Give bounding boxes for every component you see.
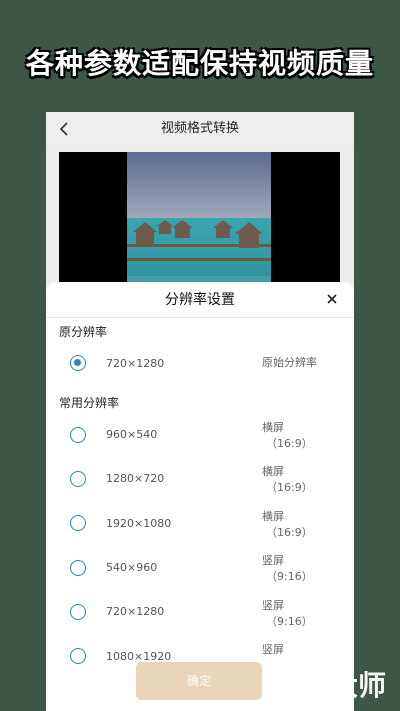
resolution-value: 1280×720 (106, 472, 165, 485)
common-resolution-heading: 常用分辨率 (59, 396, 120, 410)
resolution-radio[interactable] (70, 427, 86, 443)
app-header: 视频格式转换 (46, 112, 354, 146)
app-title: 视频格式转换 (160, 121, 239, 136)
resolution-radio[interactable] (70, 515, 86, 531)
promo-banner-title: 各种参数适配保持视频质量 (25, 47, 374, 80)
resolution-value: 720×1280 (106, 605, 165, 618)
original-resolution-radio[interactable] (70, 355, 86, 371)
video-thumbnail (127, 152, 271, 292)
resolution-value: 540×960 (106, 561, 158, 574)
resolution-orientation: 横屏 （16:9） (262, 421, 313, 450)
resolution-orientation: 竖屏 （9:16） (262, 554, 313, 583)
resolution-value: 960×540 (106, 428, 158, 441)
resolution-radio[interactable] (70, 604, 86, 620)
resolution-orientation: 竖屏 (262, 643, 284, 656)
sheet-title: 分辨率设置 (165, 292, 235, 308)
resolution-orientation: 横屏 （16:9） (262, 510, 313, 539)
resolution-orientation: 横屏 （16:9） (262, 465, 313, 494)
resolution-radio[interactable] (70, 471, 86, 487)
resolution-orientation: 竖屏 （9:16） (262, 599, 313, 628)
resolution-radio[interactable] (70, 560, 86, 576)
video-preview[interactable] (59, 152, 340, 292)
resolution-radio[interactable] (70, 648, 86, 664)
close-icon[interactable] (324, 291, 340, 307)
original-resolution-heading: 原分辨率 (59, 325, 108, 339)
original-resolution-label: 原始分辨率 (262, 356, 317, 369)
divider (46, 317, 354, 318)
watermark-text: 大师 (330, 669, 387, 702)
resolution-settings-sheet: 分辨率设置 原分辨率 720×1280 原始分辨率 常用分辨率 960×540 … (46, 282, 354, 711)
original-resolution-value: 720×1280 (106, 357, 165, 370)
confirm-button[interactable]: 确定 (136, 662, 262, 700)
resolution-value: 1920×1080 (106, 517, 172, 530)
chevron-left-icon[interactable] (56, 120, 74, 138)
